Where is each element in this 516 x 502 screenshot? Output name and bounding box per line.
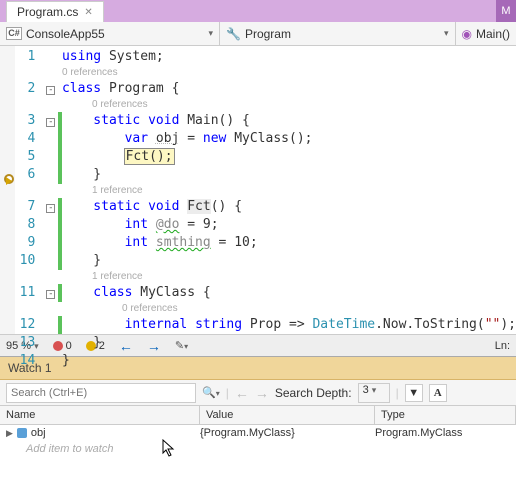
fold-toggle[interactable]: - (46, 86, 55, 95)
titlebar-corner: M (496, 0, 516, 22)
watch-name: obj (31, 427, 46, 439)
project-name: ConsoleApp55 (26, 27, 204, 41)
class-name: Program (245, 27, 440, 41)
close-icon[interactable]: ✕ (84, 7, 92, 18)
filter-icon[interactable]: ▼ (405, 384, 423, 402)
navigation-bar: C# ConsoleApp55 ▾ 🔧 Program ▾ ◉ Main() (0, 22, 516, 46)
fold-toggle[interactable]: - (46, 118, 55, 127)
document-tab[interactable]: Program.cs ✕ (6, 1, 104, 22)
search-prev-button[interactable]: ← (235, 385, 249, 401)
current-statement: Fct(); (125, 149, 174, 164)
watch-panel: Watch 1 🔍▾ | ← → Search Depth: 3 ▾ | ▼ A… (0, 356, 516, 457)
project-dropdown[interactable]: C# ConsoleApp55 ▾ (0, 22, 220, 45)
watch-columns-header[interactable]: Name Value Type (0, 406, 516, 425)
fold-gutter[interactable]: - - - - (43, 46, 58, 334)
tab-filename: Program.cs (17, 5, 78, 19)
search-depth-label: Search Depth: (275, 386, 352, 400)
class-dropdown[interactable]: 🔧 Program ▾ (220, 22, 456, 45)
search-icon[interactable]: 🔍▾ (202, 386, 220, 399)
codelens[interactable]: 1 reference (62, 184, 516, 198)
watch-toolbar: 🔍▾ | ← → Search Depth: 3 ▾ | ▼ A (0, 380, 516, 406)
class-icon: 🔧 (226, 27, 241, 41)
csharp-icon: C# (6, 27, 22, 40)
col-header-value[interactable]: Value (200, 406, 375, 424)
watch-value: {Program.MyClass} (200, 427, 375, 439)
watch-row[interactable]: ▶ obj {Program.MyClass} Program.MyClass (0, 425, 516, 441)
search-depth-input[interactable]: 3 ▾ (358, 383, 390, 403)
expand-icon[interactable]: ▶ (6, 428, 13, 439)
fold-toggle[interactable]: - (46, 290, 55, 299)
watch-add-hint[interactable]: Add item to watch (0, 441, 516, 457)
document-tab-bar: Program.cs ✕ M (0, 0, 516, 22)
watch-search-input[interactable] (6, 383, 196, 403)
method-name: Main() (476, 27, 510, 41)
method-icon: ◉ (462, 27, 472, 41)
chevron-down-icon: ▾ (208, 28, 213, 39)
codelens[interactable]: 0 references (62, 66, 516, 80)
codelens[interactable]: 0 references (62, 302, 516, 316)
codelens[interactable]: 1 reference (62, 270, 516, 284)
glyph-margin[interactable] (0, 46, 15, 334)
code-area[interactable]: using System; 0 references class Program… (62, 46, 516, 334)
col-header-type[interactable]: Type (375, 406, 516, 424)
line-number-gutter: 1 2 3 4 5 6 7 8 9 10 11 12 13 14 (15, 46, 43, 334)
codelens[interactable]: 0 references (62, 98, 516, 112)
execution-pointer-icon (6, 177, 12, 185)
chevron-down-icon: ▾ (444, 28, 449, 39)
col-header-name[interactable]: Name (0, 406, 200, 424)
fold-toggle[interactable]: - (46, 204, 55, 213)
watch-type: Program.MyClass (375, 427, 510, 439)
method-dropdown[interactable]: ◉ Main() (456, 22, 516, 45)
text-style-icon[interactable]: A (429, 384, 447, 402)
search-next-button[interactable]: → (255, 385, 269, 401)
object-icon (17, 428, 27, 438)
code-editor[interactable]: 1 2 3 4 5 6 7 8 9 10 11 12 13 14 - - - - (0, 46, 516, 334)
